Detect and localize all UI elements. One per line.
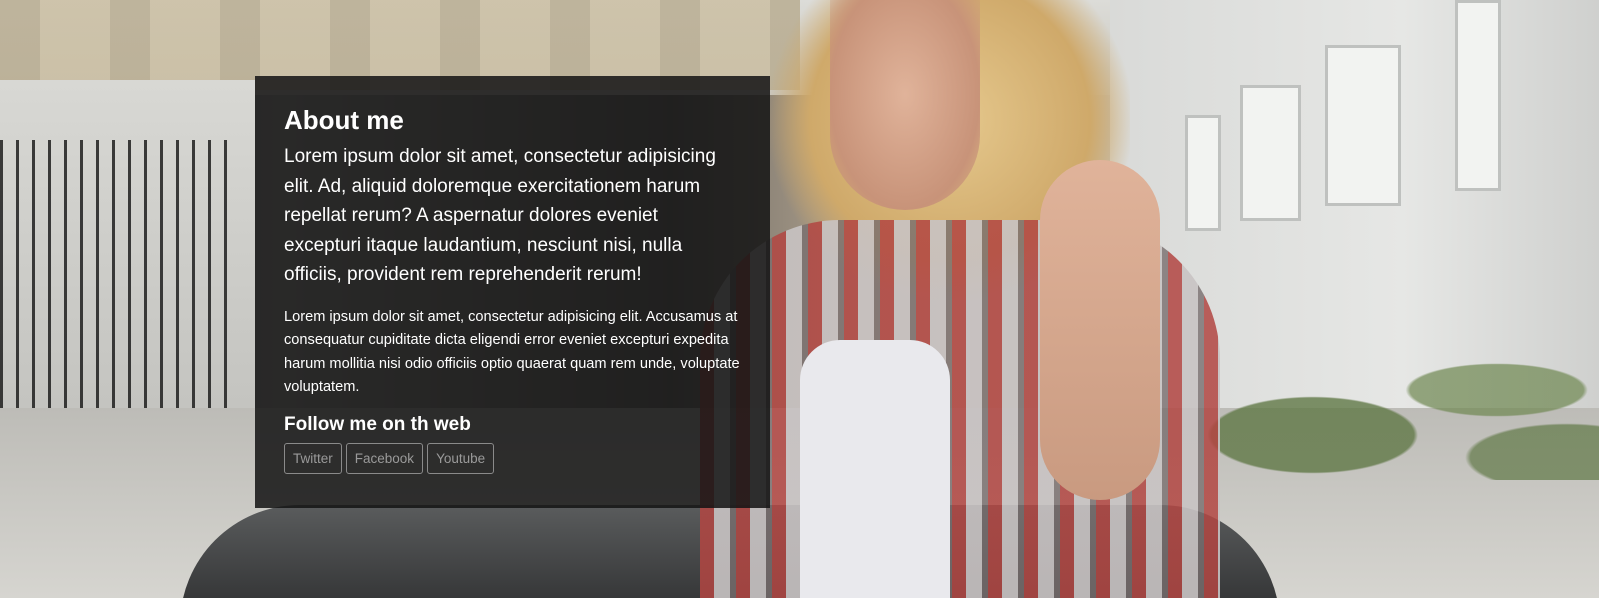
person-face (830, 0, 980, 210)
background-window (1325, 45, 1401, 206)
youtube-button[interactable]: Youtube (427, 442, 495, 474)
background-window (1455, 0, 1501, 191)
person-tank-top (800, 340, 950, 598)
about-lead-paragraph: Lorem ipsum dolor sit amet, consectetur … (284, 146, 716, 285)
social-links: Twitter Facebook Youtube (284, 442, 740, 474)
about-title: About me (284, 105, 404, 135)
background-person (700, 0, 1220, 598)
about-body-paragraph: Lorem ipsum dolor sit amet, consectetur … (284, 308, 740, 396)
person-arm (1040, 160, 1160, 500)
facebook-button[interactable]: Facebook (345, 442, 424, 474)
follow-title: Follow me on th web (284, 413, 471, 435)
hero-section: About me Lorem ipsum dolor sit amet, con… (0, 0, 1599, 598)
about-card: About me Lorem ipsum dolor sit amet, con… (255, 76, 770, 508)
background-window (1240, 85, 1301, 221)
background-plants (1190, 330, 1599, 480)
twitter-button[interactable]: Twitter (284, 442, 342, 474)
